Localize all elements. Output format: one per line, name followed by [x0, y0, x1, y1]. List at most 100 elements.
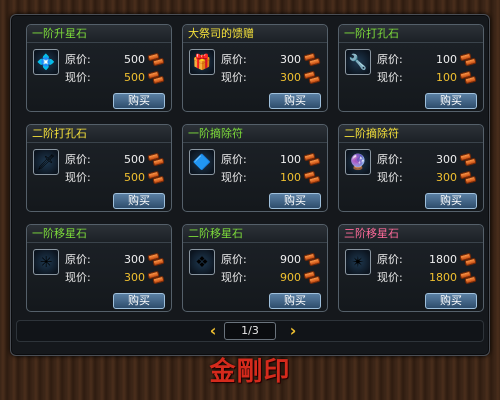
gold-ingot-icon: [303, 52, 321, 67]
original-price-row: 原价: 900: [221, 252, 325, 267]
original-price-value: 500: [124, 153, 145, 166]
original-price-value: 900: [280, 253, 301, 266]
item-icon-slot[interactable]: ✴: [345, 249, 371, 275]
buy-button[interactable]: 购买: [269, 93, 321, 109]
shop-item-card: 二阶移星石 ❖ 原价: 900 现价: 900 购买: [182, 224, 328, 312]
original-price-row: 原价: 500: [65, 52, 169, 67]
item-name: 大祭司的馈赠: [183, 25, 327, 43]
shop-item-card: 三阶移星石 ✴ 原价: 1800 现价: 1800 购买: [338, 224, 484, 312]
current-price-row: 现价: 900: [221, 270, 325, 285]
item-name: 一阶升星石: [27, 25, 171, 43]
original-price-row: 原价: 300: [377, 152, 481, 167]
shop-item-card: 二阶打孔石 🗡 原价: 500 现价: 500 购买: [26, 124, 172, 212]
gold-ingot-icon: [147, 52, 165, 67]
current-price-row: 现价: 100: [221, 170, 325, 185]
current-price-label: 现价:: [377, 171, 403, 184]
original-price-row: 原价: 100: [377, 52, 481, 67]
original-price-value: 500: [124, 53, 145, 66]
buy-button[interactable]: 购买: [269, 293, 321, 309]
current-price-value: 1800: [429, 271, 457, 284]
original-price-row: 原价: 1800: [377, 252, 481, 267]
shop-item-card: 一阶移星石 ✳ 原价: 300 现价: 300 购买: [26, 224, 172, 312]
gold-ingot-icon: [147, 270, 165, 285]
current-price-row: 现价: 500: [65, 170, 169, 185]
gold-ingot-icon: [459, 152, 477, 167]
original-price-label: 原价:: [377, 53, 403, 66]
current-price-row: 现价: 300: [377, 170, 481, 185]
item-name: 二阶摘除符: [339, 125, 483, 143]
current-price-row: 现价: 500: [65, 70, 169, 85]
game-logo: 金剛印: [209, 357, 291, 387]
current-price-label: 现价:: [221, 171, 247, 184]
gold-ingot-icon: [147, 252, 165, 267]
shop-item-card: 一阶打孔石 🔧 原价: 100 现价: 100 购买: [338, 24, 484, 112]
item-name: 一阶移星石: [27, 225, 171, 243]
original-price-value: 100: [280, 153, 301, 166]
gold-ingot-icon: [303, 70, 321, 85]
buy-button[interactable]: 购买: [269, 193, 321, 209]
buy-button[interactable]: 购买: [425, 93, 477, 109]
green-star-stone-icon: ✳: [39, 252, 53, 271]
original-price-value: 1800: [429, 253, 457, 266]
gold-ingot-icon: [459, 252, 477, 267]
current-price-value: 300: [124, 271, 145, 284]
current-price-value: 100: [436, 71, 457, 84]
buy-button[interactable]: 购买: [113, 193, 165, 209]
item-icon-slot[interactable]: 🔮: [345, 149, 371, 175]
item-icon-slot[interactable]: ❖: [189, 249, 215, 275]
current-price-label: 现价:: [221, 271, 247, 284]
current-price-value: 100: [280, 171, 301, 184]
shop-item-card: 一阶摘除符 🔷 原价: 100 现价: 100 购买: [182, 124, 328, 212]
drill-icon: 🔧: [348, 52, 368, 71]
original-price-label: 原价:: [65, 53, 91, 66]
current-price-label: 现价:: [377, 71, 403, 84]
buy-button[interactable]: 购买: [425, 193, 477, 209]
buy-button[interactable]: 购买: [113, 93, 165, 109]
original-price-label: 原价:: [65, 153, 91, 166]
gold-ingot-icon: [459, 52, 477, 67]
current-price-value: 500: [124, 171, 145, 184]
current-price-row: 现价: 300: [65, 270, 169, 285]
shop-item-card: 大祭司的馈赠 🎁 原价: 300 现价: 300 购买: [182, 24, 328, 112]
original-price-row: 原价: 500: [65, 152, 169, 167]
original-price-label: 原价:: [221, 53, 247, 66]
buy-button[interactable]: 购买: [113, 293, 165, 309]
blue-talisman-icon: 🔷: [192, 152, 212, 171]
original-price-label: 原价:: [377, 253, 403, 266]
current-price-value: 300: [280, 71, 301, 84]
current-price-label: 现价:: [65, 71, 91, 84]
current-price-label: 现价:: [65, 171, 91, 184]
original-price-value: 300: [280, 53, 301, 66]
item-icon-slot[interactable]: 🔧: [345, 49, 371, 75]
item-icon-slot[interactable]: 🗡: [33, 149, 59, 175]
gold-ingot-icon: [147, 70, 165, 85]
current-price-row: 现价: 100: [377, 70, 481, 85]
purple-talisman-icon: 🔮: [348, 152, 368, 171]
original-price-row: 原价: 300: [221, 52, 325, 67]
original-price-value: 300: [124, 253, 145, 266]
gold-ingot-icon: [147, 170, 165, 185]
gold-ingot-icon: [303, 270, 321, 285]
gold-ingot-icon: [303, 170, 321, 185]
item-icon-slot[interactable]: ✳: [33, 249, 59, 275]
prev-page-icon[interactable]: ‹: [206, 322, 220, 340]
original-price-label: 原价:: [221, 253, 247, 266]
current-price-label: 现价:: [221, 71, 247, 84]
buy-button[interactable]: 购买: [425, 293, 477, 309]
item-name: 二阶打孔石: [27, 125, 171, 143]
original-price-label: 原价:: [65, 253, 91, 266]
item-icon-slot[interactable]: 🎁: [189, 49, 215, 75]
gold-ingot-icon: [459, 70, 477, 85]
drill-bit-icon: 🗡: [36, 152, 56, 171]
page-indicator: 1/3: [224, 322, 276, 340]
original-price-value: 100: [436, 53, 457, 66]
item-icon-slot[interactable]: 🔷: [189, 149, 215, 175]
current-price-label: 现价:: [377, 271, 403, 284]
item-icon-slot[interactable]: 💠: [33, 49, 59, 75]
gold-ingot-icon: [459, 270, 477, 285]
current-price-value: 500: [124, 71, 145, 84]
teal-star-stone-icon: ❖: [195, 252, 209, 271]
item-name: 三阶移星石: [339, 225, 483, 243]
next-page-icon[interactable]: ›: [286, 322, 300, 340]
item-name: 一阶摘除符: [183, 125, 327, 143]
